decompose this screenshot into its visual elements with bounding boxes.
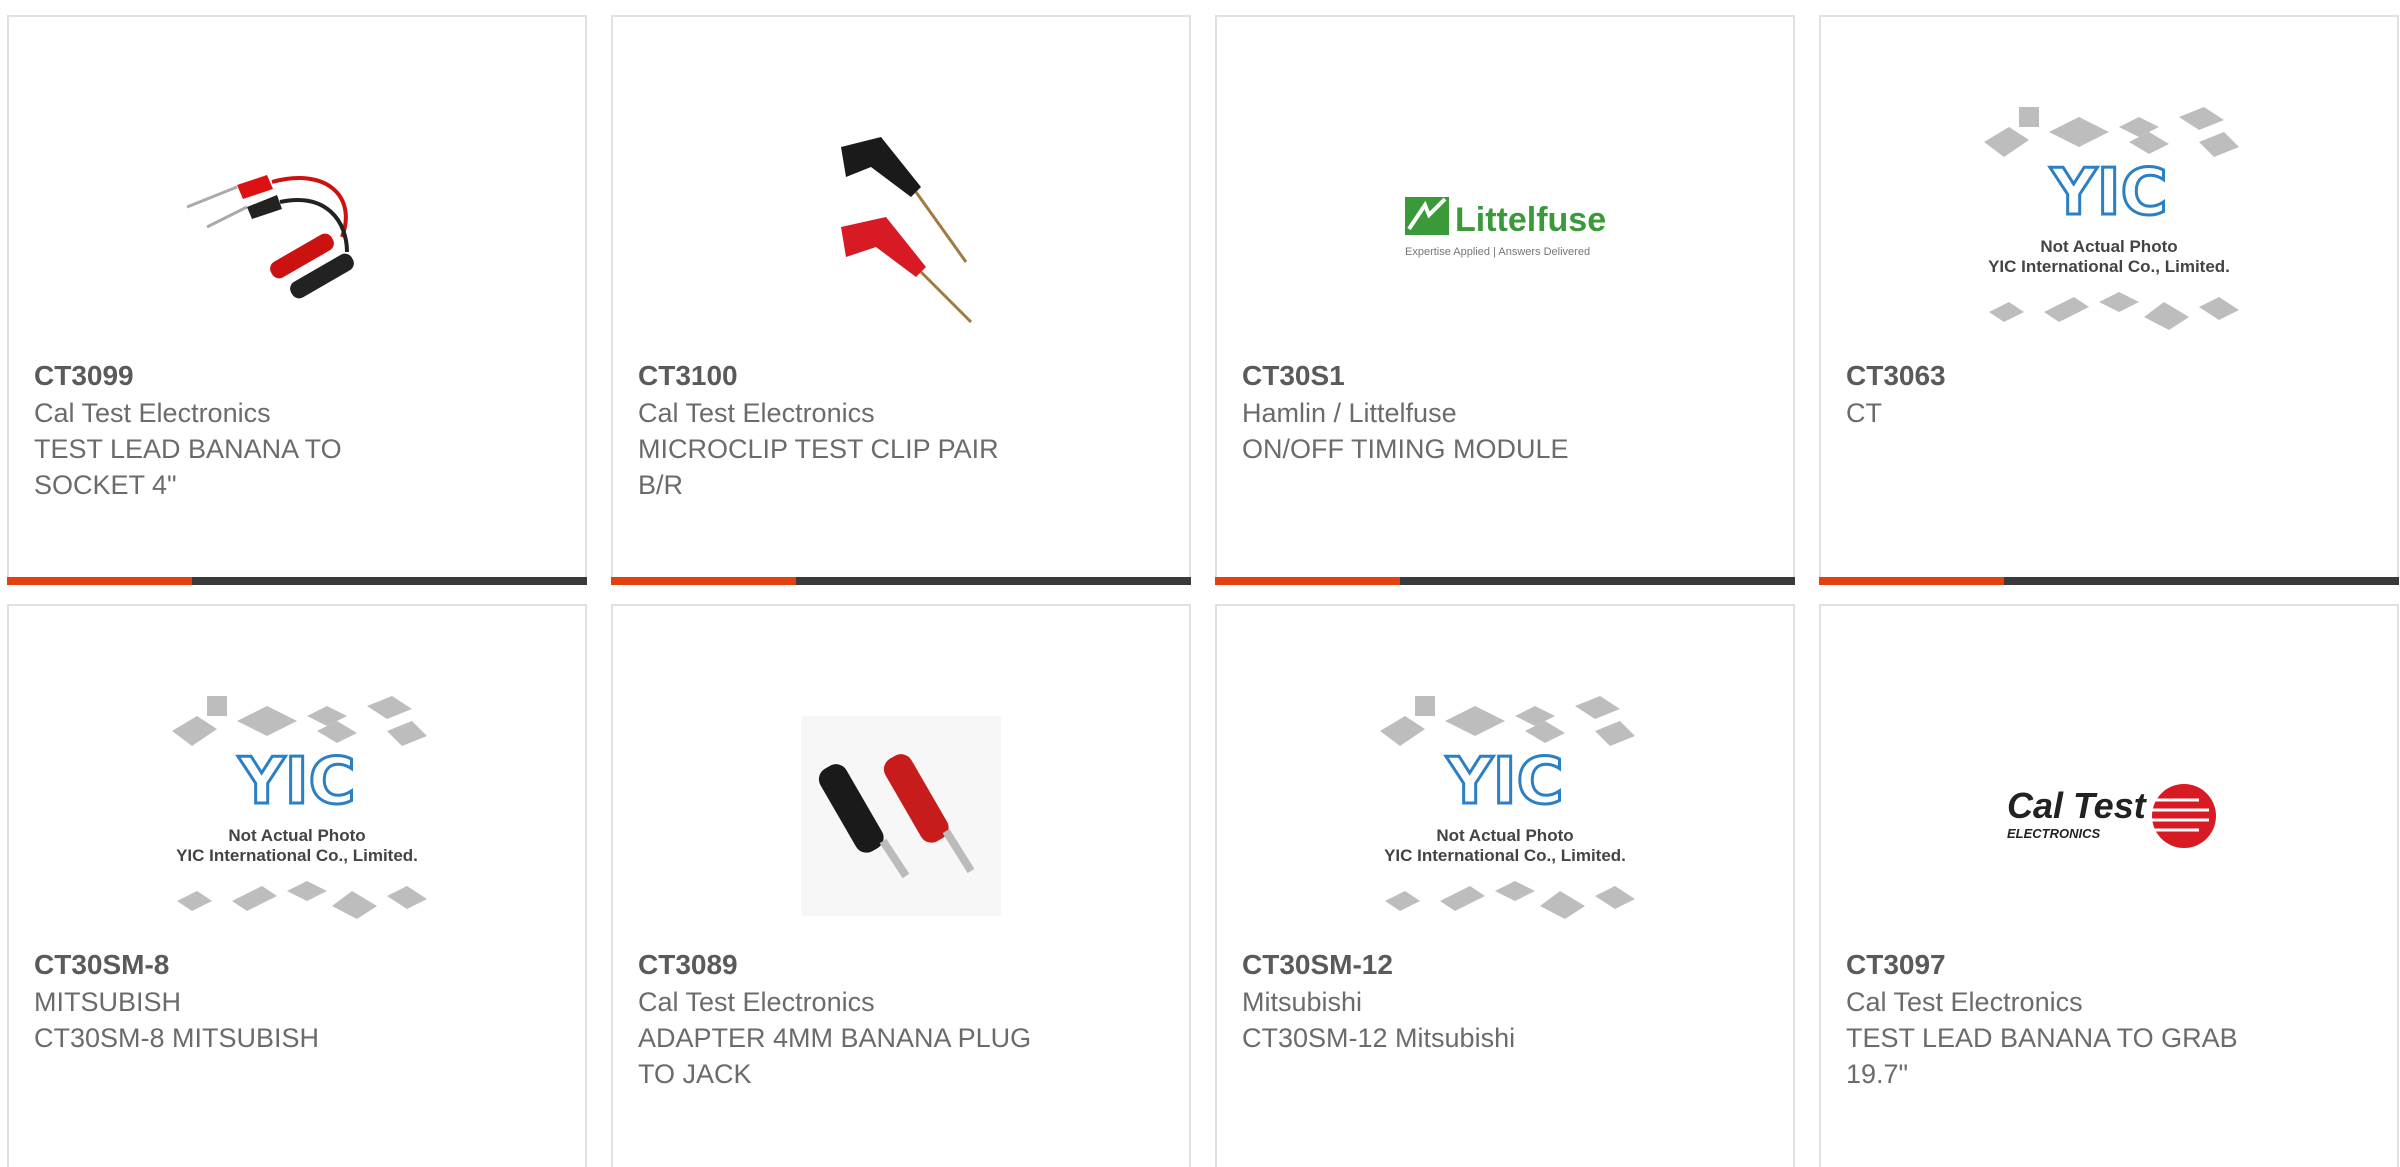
manufacturer: Cal Test Electronics	[638, 987, 875, 1017]
manufacturer: Cal Test Electronics	[1846, 987, 2083, 1017]
description: MICROCLIP TEST CLIP PAIR B/R	[638, 434, 999, 500]
product-image[interactable]: YIC Not Actual Photo YIC International C…	[1217, 676, 1793, 956]
yic-placeholder-image: YIC Not Actual Photo YIC International C…	[1984, 107, 2239, 330]
product-card[interactable]: CT3100 Cal Test Electronics MICROCLIP TE…	[611, 15, 1191, 585]
part-number[interactable]: CT3089	[638, 946, 1038, 984]
svg-text:Not Actual Photo: Not Actual Photo	[228, 826, 365, 845]
description: CT30SM-8 MITSUBISH	[34, 1023, 320, 1053]
part-number[interactable]: CT3099	[34, 357, 434, 395]
yic-placeholder-image: YIC Not Actual Photo YIC International C…	[172, 696, 427, 919]
part-number[interactable]: CT30SM-12	[1242, 946, 1642, 984]
product-card[interactable]: Cal Test ELECTRONICS CT3097 Cal Test Ele…	[1819, 604, 2399, 1167]
part-number[interactable]: CT30S1	[1242, 357, 1642, 395]
part-number[interactable]: CT3097	[1846, 946, 2246, 984]
svg-text:Expertise Applied | Answers De: Expertise Applied | Answers Delivered	[1405, 246, 1590, 258]
product-card[interactable]: YIC Not Actual Photo YIC International C…	[1819, 15, 2399, 585]
svg-text:ELECTRONICS: ELECTRONICS	[2007, 826, 2101, 841]
svg-text:YIC: YIC	[237, 745, 355, 819]
card-bar	[1215, 577, 1795, 585]
manufacturer: Mitsubishi	[1242, 987, 1363, 1017]
card-bar	[1819, 577, 2399, 585]
part-number[interactable]: CT3100	[638, 357, 1038, 395]
svg-text:YIC: YIC	[2049, 156, 2167, 230]
product-image[interactable]	[9, 87, 585, 367]
microclip-image	[841, 137, 973, 324]
product-image[interactable]: Littelfuse Expertise Applied | Answers D…	[1217, 87, 1793, 367]
product-card[interactable]: CT3089 Cal Test Electronics ADAPTER 4MM …	[611, 604, 1191, 1167]
product-card[interactable]: CT3099 Cal Test Electronics TEST LEAD BA…	[7, 15, 587, 585]
product-card[interactable]: YIC Not Actual Photo YIC International C…	[1215, 604, 1795, 1167]
product-image[interactable]: YIC Not Actual Photo YIC International C…	[9, 676, 585, 956]
product-image[interactable]	[613, 676, 1189, 956]
part-number[interactable]: CT30SM-8	[34, 946, 434, 984]
product-image[interactable]: YIC Not Actual Photo YIC International C…	[1821, 87, 2397, 367]
description: TEST LEAD BANANA TO GRAB 19.7"	[1846, 1023, 2238, 1089]
littelfuse-logo: Littelfuse Expertise Applied | Answers D…	[1405, 197, 1606, 258]
part-number[interactable]: CT3063	[1846, 357, 2246, 395]
svg-text:YIC International Co., Limited: YIC International Co., Limited.	[176, 846, 418, 865]
svg-text:Littelfuse: Littelfuse	[1455, 201, 1606, 239]
manufacturer: Cal Test Electronics	[638, 398, 875, 428]
manufacturer: Hamlin / Littelfuse	[1242, 398, 1457, 428]
manufacturer: Cal Test Electronics	[34, 398, 271, 428]
description: TEST LEAD BANANA TO SOCKET 4"	[34, 434, 342, 500]
svg-text:YIC International Co., Limited: YIC International Co., Limited.	[1384, 846, 1626, 865]
svg-text:YIC: YIC	[1445, 745, 1563, 819]
manufacturer: CT	[1846, 398, 1882, 428]
svg-text:Not Actual Photo: Not Actual Photo	[1436, 826, 1573, 845]
test-lead-image	[186, 175, 354, 299]
svg-text:Cal Test: Cal Test	[2007, 785, 2148, 826]
card-bar	[611, 577, 1191, 585]
product-image[interactable]: Cal Test ELECTRONICS	[1821, 676, 2397, 956]
description: ADAPTER 4MM BANANA PLUG TO JACK	[638, 1023, 1032, 1089]
product-card[interactable]: Littelfuse Expertise Applied | Answers D…	[1215, 15, 1795, 585]
card-bar	[7, 577, 587, 585]
description: CT30SM-12 Mitsubishi	[1242, 1023, 1516, 1053]
caltest-logo: Cal Test ELECTRONICS	[2007, 784, 2216, 848]
svg-text:YIC International Co., Limited: YIC International Co., Limited.	[1988, 257, 2230, 276]
manufacturer: MITSUBISH	[34, 987, 182, 1017]
product-card[interactable]: YIC Not Actual Photo YIC International C…	[7, 604, 587, 1167]
banana-plug-image	[801, 716, 1001, 916]
description: ON/OFF TIMING MODULE	[1242, 434, 1569, 464]
yic-placeholder-image: YIC Not Actual Photo YIC International C…	[1380, 696, 1635, 919]
product-grid: CT3099 Cal Test Electronics TEST LEAD BA…	[0, 0, 2400, 1167]
product-image[interactable]	[613, 87, 1189, 367]
svg-text:Not Actual Photo: Not Actual Photo	[2040, 237, 2177, 256]
